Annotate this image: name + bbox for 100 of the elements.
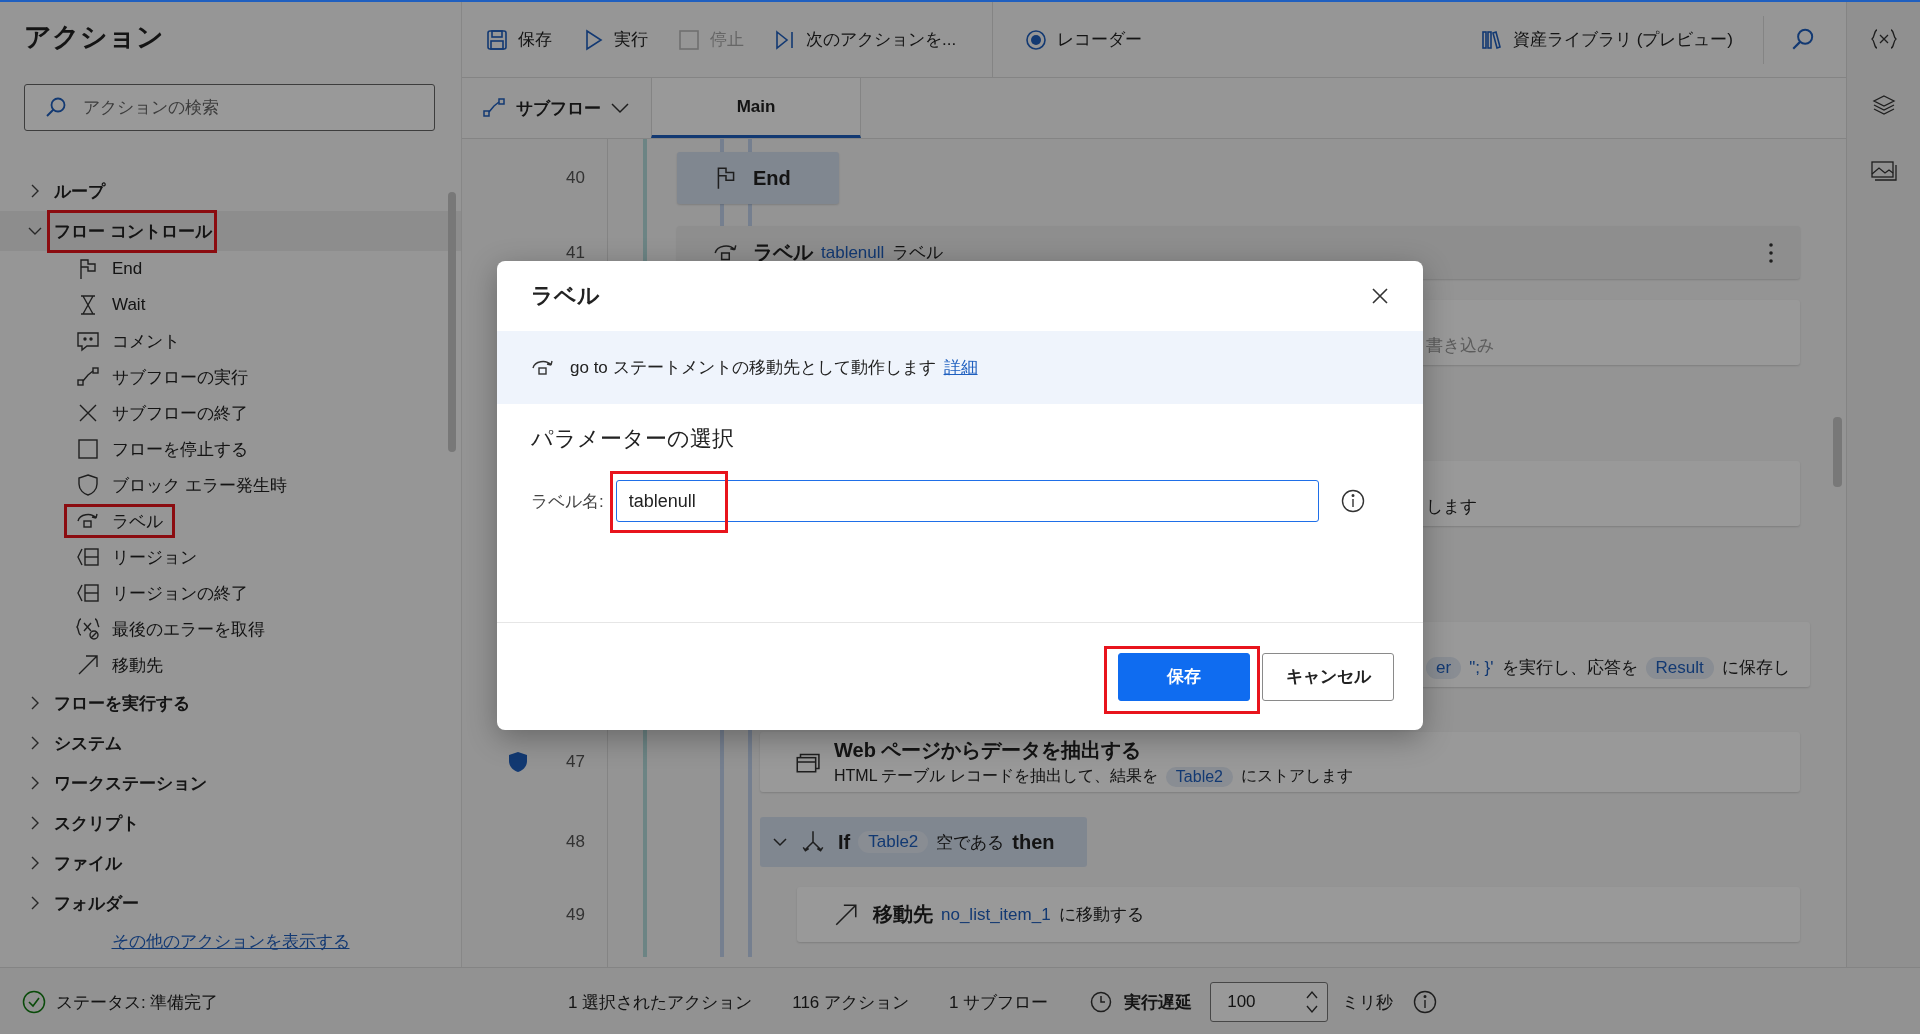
variables-icon[interactable] [1870, 28, 1897, 50]
scrollbar[interactable] [448, 192, 456, 452]
chevron-icon [30, 896, 40, 910]
line-number: 47 [566, 752, 585, 772]
variable-tag: er [1426, 656, 1462, 679]
arrow-icon [76, 653, 100, 677]
recorder-button[interactable]: レコーダー [1025, 28, 1143, 51]
clock-icon [1090, 991, 1113, 1013]
tree-category[interactable]: フローを実行する [0, 683, 461, 723]
square-icon [76, 437, 100, 461]
comment-icon [76, 329, 100, 353]
more-actions-link[interactable]: その他のアクションを表示する [111, 929, 350, 953]
chevron-icon [30, 736, 40, 750]
action-item[interactable]: 最後のエラーを取得 [0, 611, 461, 647]
action-item[interactable]: 移動先 [0, 647, 461, 683]
variable-text: no_list_item_1 [941, 904, 1051, 925]
cancel-button[interactable]: キャンセル [1262, 652, 1394, 701]
tree-category[interactable]: フロー コントロール [0, 211, 461, 251]
line-number: 49 [566, 904, 585, 925]
action-item[interactable]: ブロック エラー発生時 [0, 467, 461, 503]
action-item[interactable]: サブフローの終了 [0, 395, 461, 431]
toolbar-button[interactable]: 次のアクションを... [774, 28, 957, 51]
selected-count: 1 選択されたアクション [568, 991, 753, 1014]
line-number: 48 [566, 832, 585, 852]
field-label: ラベル名: [531, 490, 604, 513]
step-text: に移動する [1058, 904, 1144, 926]
toolbar-button[interactable]: 保存 [486, 28, 552, 51]
step-text: HTML テーブル レコードを抽出して、結果を [834, 766, 1158, 786]
chevron-icon [30, 816, 40, 830]
action-item[interactable]: フローを停止する [0, 431, 461, 467]
tree-category[interactable]: ループ [0, 171, 461, 211]
check-icon [22, 990, 46, 1014]
variable-text: tablenull [821, 242, 885, 263]
details-link[interactable]: 詳細 [943, 356, 978, 379]
delay-field[interactable]: 100 [1210, 982, 1329, 1022]
action-item[interactable]: サブフローの実行 [0, 359, 461, 395]
block-header[interactable]: If Table2 空である then [760, 817, 1087, 867]
region-icon [76, 581, 100, 605]
arrow-icon [833, 901, 859, 928]
action-card[interactable]: 移動先 no_list_item_1 に移動する [797, 887, 1800, 942]
subflow-icon [482, 96, 506, 120]
step-text: 空である [936, 831, 1005, 854]
panel-title: アクション [23, 21, 165, 54]
books-icon [1480, 28, 1503, 51]
region-icon [76, 545, 100, 569]
action-card[interactable]: Web ページからデータを抽出する HTML テーブル レコードを抽出して、結果を Table2 にストアします [760, 732, 1800, 792]
record-icon [1025, 28, 1048, 51]
step-title: If [838, 830, 851, 854]
action-item[interactable]: Wait [0, 287, 461, 323]
info-icon[interactable] [1413, 990, 1438, 1014]
images-icon[interactable] [1870, 160, 1897, 182]
action-item[interactable]: リージョン [0, 539, 461, 575]
step-title: 移動先 [873, 902, 933, 927]
stop-icon [678, 28, 700, 51]
action-item[interactable]: コメント [0, 323, 461, 359]
tree-category[interactable]: フォルダー [0, 883, 461, 923]
close-icon[interactable] [1371, 287, 1389, 305]
tree-category[interactable]: スクリプト [0, 803, 461, 843]
chevron-icon [30, 184, 40, 198]
step-text: ラベル [892, 242, 944, 264]
errvar-icon [76, 617, 100, 641]
label-name-input[interactable]: tablenull [615, 480, 1319, 522]
action-item[interactable]: End [0, 251, 461, 287]
info-icon[interactable] [1341, 489, 1365, 513]
action-item[interactable]: ラベル [0, 503, 461, 539]
step-text: します [1426, 496, 1477, 518]
status-text: ステータス: 準備完了 [56, 991, 219, 1014]
search-field[interactable]: アクションの検索 [24, 84, 435, 131]
shield-icon [76, 473, 100, 497]
step-icon [774, 28, 796, 51]
branch-icon [800, 829, 826, 855]
toolbar-button[interactable]: 実行 [582, 28, 648, 51]
layers-icon[interactable] [1871, 94, 1896, 116]
step-text: を実行し、応答を [1501, 657, 1638, 679]
asset-library-button[interactable]: 資産ライブラリ (プレビュー) [1480, 28, 1733, 51]
subflow-icon [76, 365, 100, 389]
tree-category[interactable]: ワークステーション [0, 763, 461, 803]
scrollbar[interactable] [1833, 417, 1842, 487]
dialog-title: ラベル [531, 282, 600, 310]
step-title: Web ページからデータを抽出する [834, 738, 1143, 763]
step-title: ラベル [753, 240, 813, 265]
more-options-icon[interactable] [1768, 241, 1774, 264]
variable-tag: Table2 [858, 831, 929, 853]
action-item[interactable]: リージョンの終了 [0, 575, 461, 611]
step-text: に保存し [1721, 657, 1790, 679]
tree-category[interactable]: システム [0, 723, 461, 763]
step-text: にストアします [1241, 766, 1353, 786]
delay-label: 実行遅延 [1124, 991, 1193, 1014]
block-header[interactable]: End [677, 152, 839, 204]
action-count: 116 アクション [792, 991, 909, 1014]
tree-category[interactable]: ファイル [0, 843, 461, 883]
chevron-icon [611, 102, 629, 114]
flow-tab[interactable]: Main [651, 78, 861, 138]
step-title: End [753, 166, 791, 190]
delay-unit: ミリ秒 [1342, 991, 1394, 1014]
variable-text: "; }' [1469, 657, 1494, 678]
step-title: then [1012, 830, 1055, 854]
save-button[interactable]: 保存 [1118, 652, 1250, 701]
subflow-dropdown[interactable]: サブフロー [462, 78, 651, 138]
variable-tag: Result [1645, 656, 1714, 679]
